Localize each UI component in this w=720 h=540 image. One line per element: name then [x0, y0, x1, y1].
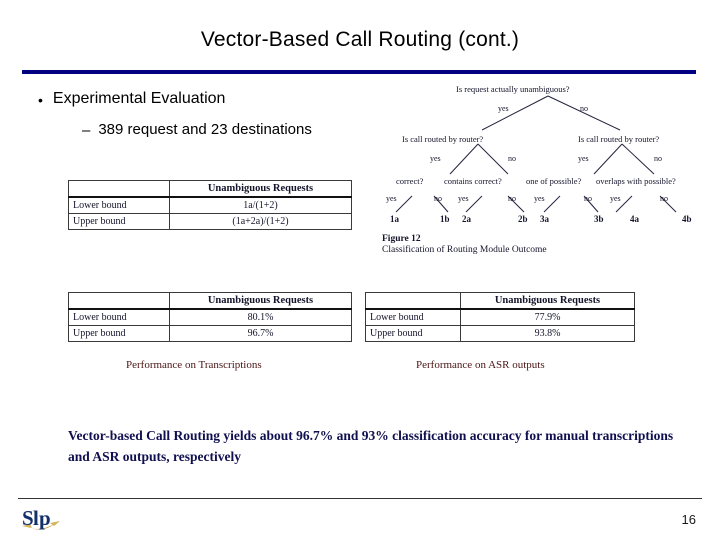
footer-divider: [18, 498, 702, 499]
bullet-level1-label: Experimental Evaluation: [52, 90, 226, 107]
table-transcription-results: Unambiguous Requests Lower bound 80.1% U…: [68, 292, 352, 342]
table-formula-row1-value: (1a+2a)/(1+2): [169, 213, 352, 230]
tree-leaf-2b: 2b: [518, 214, 528, 224]
tree-node-correct: correct?: [396, 176, 424, 186]
table-formula-row0-value: 1a/(1+2): [169, 196, 352, 214]
caption-performance-asr: Performance on ASR outputs: [416, 359, 545, 371]
table-transcription-row0-label: Lower bound: [68, 308, 170, 326]
slp-logo-icon: S l p: [22, 506, 60, 530]
tree-node-router-left: Is call routed by router?: [402, 134, 484, 144]
tree-branch-l2-yes-left: yes: [430, 154, 441, 163]
table-formula-row1-label: Upper bound: [68, 213, 170, 230]
table-row: Upper bound 96.7%: [68, 325, 352, 342]
page-title: Vector-Based Call Routing (cont.): [200, 28, 520, 51]
table-row: Lower bound 1a/(1+2): [68, 196, 352, 214]
bullet-experimental-evaluation: • Experimental Evaluation: [38, 90, 225, 110]
tree-node-root: Is request actually unambiguous?: [456, 84, 570, 94]
table-asr-row0-value: 77.9%: [460, 308, 635, 326]
bullet-marker-icon: •: [38, 92, 43, 108]
tree-branch-l3-yes-1: yes: [386, 194, 397, 203]
table-row: Lower bound 77.9%: [365, 308, 635, 326]
tree-branch-l3-yes-4: yes: [610, 194, 621, 203]
table-formula-corner: [68, 180, 170, 198]
table-row: Lower bound 80.1%: [68, 308, 352, 326]
table-formula-bounds: Unambiguous Requests Lower bound 1a/(1+2…: [68, 180, 352, 230]
table-row: Unambiguous Requests: [365, 292, 635, 310]
slide: Vector-Based Call Routing (cont.) • Expe…: [0, 0, 720, 540]
tree-branch-l3-no-2: no: [508, 194, 516, 203]
table-asr-row1-label: Upper bound: [365, 325, 461, 342]
tree-leaf-3b: 3b: [594, 214, 604, 224]
table-transcription-row0-value: 80.1%: [169, 308, 352, 326]
tree-branch-l3-no-4: no: [660, 194, 668, 203]
conclusion-text: Vector-based Call Routing yields about 9…: [68, 428, 674, 464]
table-formula-row0-label: Lower bound: [68, 196, 170, 214]
tree-leaf-4b: 4b: [682, 214, 692, 224]
tree-branch-root-no: no: [580, 104, 588, 113]
slp-logo: S l p: [20, 503, 66, 535]
figure-caption: Figure 12 Classification of Routing Modu…: [382, 234, 547, 255]
bullet-requests-destinations: – 389 request and 23 destinations: [82, 121, 312, 141]
table-transcription-header: Unambiguous Requests: [169, 292, 352, 310]
table-asr-header: Unambiguous Requests: [460, 292, 635, 310]
bullet-level2-label: 389 request and 23 destinations: [98, 121, 312, 138]
svg-text:S: S: [22, 506, 34, 530]
table-asr-results: Unambiguous Requests Lower bound 77.9% U…: [365, 292, 635, 342]
tree-leaf-3a: 3a: [540, 214, 549, 224]
table-row: Unambiguous Requests: [68, 292, 352, 310]
tree-branch-l2-no-left: no: [508, 154, 516, 163]
tree-node-router-right: Is call routed by router?: [578, 134, 660, 144]
tree-leaf-1a: 1a: [390, 214, 399, 224]
figure-caption-text: Classification of Routing Module Outcome: [382, 245, 547, 255]
dash-marker-icon: –: [82, 122, 91, 139]
table-transcription-row1-value: 96.7%: [169, 325, 352, 342]
table-transcription-corner: [68, 292, 170, 310]
page-number: 16: [681, 512, 696, 527]
table-asr-row1-value: 93.8%: [460, 325, 635, 342]
caption-performance-transcriptions: Performance on Transcriptions: [126, 359, 262, 371]
figure-caption-number: Figure 12: [382, 234, 421, 244]
tree-branch-l3-no-1: no: [434, 194, 442, 203]
tree-branch-l3-yes-2: yes: [458, 194, 469, 203]
tree-leaf-2a: 2a: [462, 214, 471, 224]
tree-leaf-1b: 1b: [440, 214, 450, 224]
table-asr-row0-label: Lower bound: [365, 308, 461, 326]
tree-branch-l2-no-right: no: [654, 154, 662, 163]
tree-branch-l3-yes-3: yes: [534, 194, 545, 203]
table-row: Upper bound (1a+2a)/(1+2): [68, 213, 352, 230]
tree-branch-l2-yes-right: yes: [578, 154, 589, 163]
tree-branch-root-yes: yes: [498, 104, 509, 113]
table-row: Upper bound 93.8%: [365, 325, 635, 342]
table-formula-header: Unambiguous Requests: [169, 180, 352, 198]
title-divider: [22, 70, 696, 74]
svg-text:p: p: [39, 506, 51, 530]
tree-branch-l3-no-3: no: [584, 194, 592, 203]
tree-node-contains-correct: contains correct?: [444, 176, 502, 186]
tree-node-overlaps-with-possible: overlaps with possible?: [596, 176, 676, 186]
table-asr-corner: [365, 292, 461, 310]
table-row: Unambiguous Requests: [68, 180, 352, 198]
tree-node-one-of-possible: one of possible?: [526, 176, 582, 186]
table-transcription-row1-label: Upper bound: [68, 325, 170, 342]
tree-leaf-4a: 4a: [630, 214, 639, 224]
